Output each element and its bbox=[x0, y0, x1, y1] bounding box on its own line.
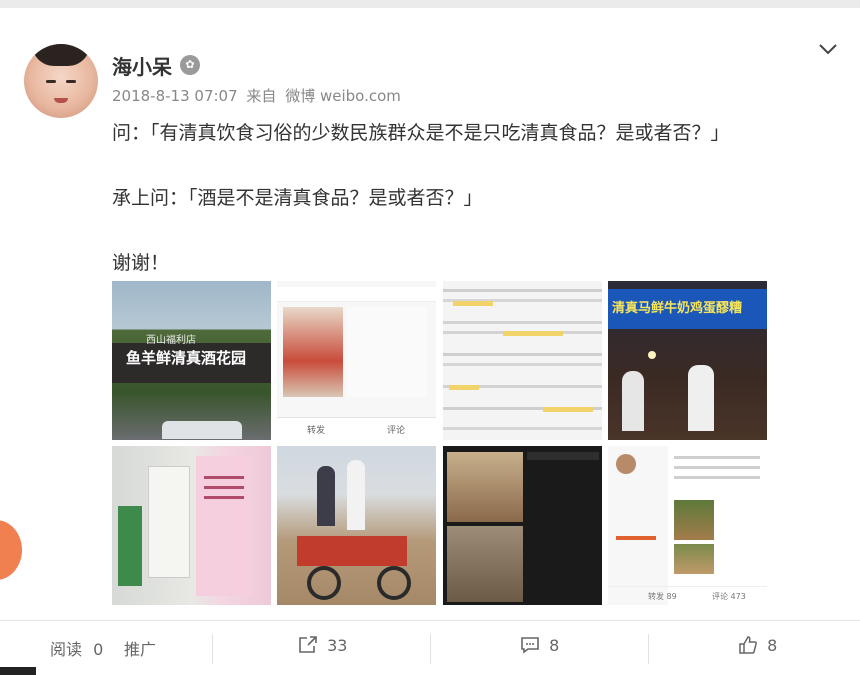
like-button[interactable]: 8 bbox=[738, 636, 777, 655]
like-count: 8 bbox=[767, 636, 778, 655]
image-night-stall[interactable]: 清真马鲜牛奶鸡蛋醪糟 bbox=[608, 281, 767, 440]
source-prefix: 来自 bbox=[246, 87, 277, 105]
post-line-1: 问：「有清真饮食习俗的少数民族群众是不是只吃清真食品？是或者否？」 bbox=[112, 122, 730, 144]
promote-button[interactable]: 推广 bbox=[124, 636, 156, 660]
image-restaurant-building[interactable]: 西山福利店 鱼羊鲜清真酒花园 bbox=[112, 281, 271, 440]
image-grid: 西山福利店 鱼羊鲜清真酒花园 转发 评论 清真马鲜牛奶鸡蛋醪糟 转发 89 评论… bbox=[112, 281, 772, 609]
comment-icon bbox=[520, 636, 540, 655]
footer-separator bbox=[648, 634, 649, 664]
image-price-notice[interactable] bbox=[112, 446, 271, 605]
weibo-post-card: 海小呆 ✿ 2018-8-13 07:07 来自 微博 weibo.com 问：… bbox=[0, 8, 860, 675]
share-button[interactable]: 33 bbox=[298, 636, 347, 655]
image-restaurant-interior[interactable] bbox=[443, 446, 602, 605]
image-text-screenshot[interactable] bbox=[443, 281, 602, 440]
read-count-value: 0 bbox=[93, 640, 104, 659]
comment-count: 8 bbox=[549, 636, 560, 655]
image-screenshot-post[interactable]: 转发 评论 bbox=[277, 281, 436, 440]
footer-separator bbox=[430, 634, 431, 664]
post-timestamp[interactable]: 2018-8-13 07:07 bbox=[112, 87, 238, 105]
thumbs-up-icon bbox=[738, 636, 758, 655]
read-label: 阅读 bbox=[50, 640, 83, 659]
image-tricycle-people[interactable] bbox=[277, 446, 436, 605]
avatar[interactable] bbox=[24, 44, 98, 118]
comment-button[interactable]: 8 bbox=[520, 636, 559, 655]
corner-marker bbox=[0, 667, 36, 675]
footer-divider bbox=[0, 620, 860, 621]
image-chat-screenshot[interactable]: 转发 89 评论 473 bbox=[608, 446, 767, 605]
post-line-3: 谢谢！ bbox=[112, 252, 170, 274]
post-source[interactable]: 微博 weibo.com bbox=[285, 87, 401, 105]
post-line-2: 承上问：「酒是不是清真食品？是或者否？」 bbox=[112, 187, 483, 209]
verified-badge-icon: ✿ bbox=[180, 55, 200, 75]
footer-separator bbox=[212, 634, 213, 664]
share-icon bbox=[298, 636, 318, 655]
username[interactable]: 海小呆 bbox=[112, 51, 172, 80]
share-count: 33 bbox=[327, 636, 348, 655]
post-meta: 2018-8-13 07:07 来自 微博 weibo.com bbox=[112, 85, 405, 106]
chevron-down-icon[interactable] bbox=[816, 38, 840, 62]
read-count: 阅读 0 bbox=[50, 636, 103, 660]
